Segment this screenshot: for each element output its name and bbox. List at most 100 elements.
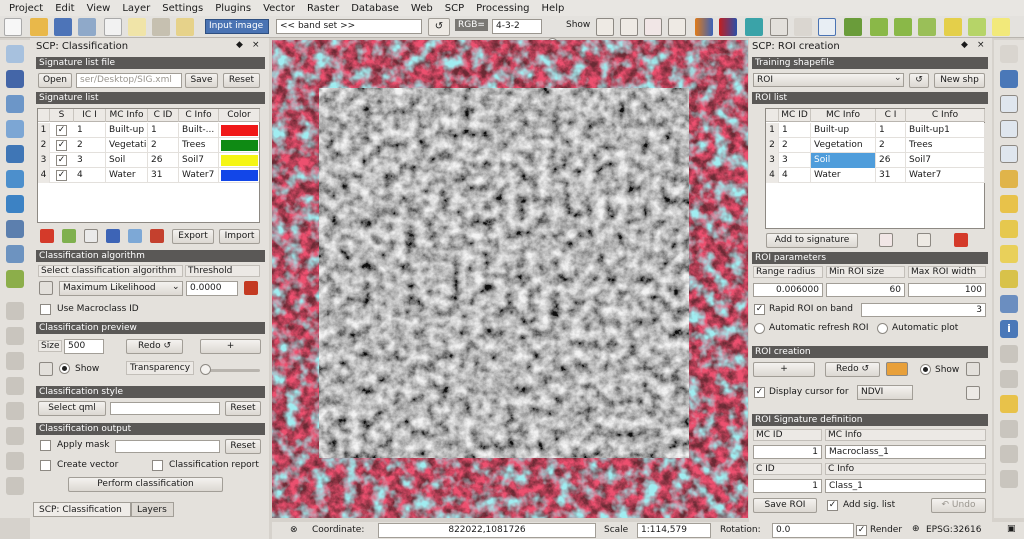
- measure-icon[interactable]: [1000, 420, 1018, 438]
- classification-report-checkbox[interactable]: [152, 460, 163, 471]
- reset-signature-button[interactable]: Reset: [223, 73, 260, 88]
- scatter-plot-icon[interactable]: [668, 18, 686, 36]
- perform-classification-button[interactable]: Perform classification: [68, 477, 223, 492]
- new-project-icon[interactable]: [4, 18, 22, 36]
- col-s[interactable]: S: [50, 109, 74, 122]
- cell-mc-id[interactable]: 1: [74, 123, 106, 138]
- import-library-icon[interactable]: [106, 229, 120, 243]
- auto-plot-radio[interactable]: [877, 323, 888, 334]
- rgb-select[interactable]: 4-3-2: [492, 19, 542, 34]
- zoom-next-icon[interactable]: [1000, 270, 1018, 288]
- col-mc-id[interactable]: IC I: [74, 109, 106, 122]
- refresh-map-icon[interactable]: [1000, 295, 1018, 313]
- cell-mc-id[interactable]: 3: [779, 153, 811, 168]
- show-preview-radio[interactable]: [59, 363, 70, 374]
- display-cursor-checkbox[interactable]: ✓: [754, 387, 765, 398]
- create-vector-checkbox[interactable]: [40, 460, 51, 471]
- plugin-e-icon[interactable]: [992, 18, 1010, 36]
- add-star-icon[interactable]: [944, 18, 962, 36]
- import-usgs-icon[interactable]: [128, 229, 142, 243]
- preview-size-field[interactable]: 500: [64, 339, 104, 354]
- refresh-shapefile-icon[interactable]: ↺: [909, 73, 929, 88]
- cell-c-info[interactable]: Built-up1: [906, 123, 985, 138]
- col-c-info[interactable]: C Info: [179, 109, 219, 122]
- pan-to-selection-icon[interactable]: [1000, 70, 1018, 88]
- algorithm-select[interactable]: Maximum Likelihood: [59, 281, 183, 296]
- use-macroclass-checkbox[interactable]: [40, 304, 51, 315]
- export-csv-icon[interactable]: [150, 229, 164, 243]
- select-qml-button[interactable]: Select qml: [38, 401, 106, 416]
- dock-close-icon[interactable]: ×: [252, 40, 260, 50]
- table-row[interactable]: 1 1 Built-up 1 Built-up1: [766, 123, 985, 138]
- cell-mc-info[interactable]: Water: [811, 168, 876, 183]
- cell-mc-info[interactable]: Soil: [106, 153, 148, 168]
- plugin-c-icon[interactable]: [918, 18, 936, 36]
- row-checkbox[interactable]: ✓: [56, 155, 67, 166]
- import-button[interactable]: Import: [219, 229, 260, 244]
- deselect-icon[interactable]: [1000, 370, 1018, 388]
- tab-scp-classification[interactable]: SCP: Classification: [33, 502, 131, 517]
- cell-mc-info[interactable]: Built-up: [811, 123, 876, 138]
- cell-mc-id[interactable]: 4: [779, 168, 811, 183]
- cell-c-id[interactable]: 26: [876, 153, 906, 168]
- menu-item-edit[interactable]: Edit: [49, 3, 80, 14]
- annotation-icon[interactable]: [176, 18, 194, 36]
- add-mssql-icon[interactable]: [6, 145, 24, 163]
- edit-pencil-icon[interactable]: [6, 302, 24, 320]
- reset-style-button[interactable]: Reset: [225, 401, 261, 416]
- apply-mask-checkbox[interactable]: [40, 440, 51, 451]
- reset-mask-button[interactable]: Reset: [225, 439, 261, 454]
- cell-c-info[interactable]: Soil7: [179, 153, 219, 168]
- range-radius-field[interactable]: 0.006000: [753, 283, 823, 297]
- cell-c-id[interactable]: 2: [148, 138, 179, 153]
- crs-globe-icon[interactable]: ⊕: [912, 524, 920, 534]
- signature-table[interactable]: S IC I MC Info C ID C Info Color 1 ✓ 1 B…: [37, 108, 260, 223]
- add-vector-icon[interactable]: [6, 45, 24, 63]
- cell-c-info[interactable]: Trees: [906, 138, 985, 153]
- table-row[interactable]: 2 ✓ 2 Vegetati... 2 Trees: [38, 138, 259, 153]
- zoom-last-icon[interactable]: [1000, 245, 1018, 263]
- scale-select[interactable]: 1:114,579: [637, 523, 711, 538]
- open-signature-button[interactable]: Open: [38, 73, 72, 88]
- row-checkbox[interactable]: ✓: [56, 170, 67, 181]
- digitize-icon[interactable]: [6, 327, 24, 345]
- mc-info-field[interactable]: Macroclass_1: [825, 445, 986, 459]
- table-row[interactable]: 2 2 Vegetation 2 Trees: [766, 138, 985, 153]
- copy-feature-icon[interactable]: [6, 427, 24, 445]
- select-icon[interactable]: [1000, 345, 1018, 363]
- show-roi-radio[interactable]: [920, 364, 931, 375]
- dock-float-icon[interactable]: ◆: [236, 40, 243, 50]
- transparency-slider-handle[interactable]: [200, 364, 211, 375]
- measure-area-icon[interactable]: [1000, 445, 1018, 463]
- table-row[interactable]: 4 4 Water 31 Water7: [766, 168, 985, 183]
- table-row[interactable]: 1 ✓ 1 Built-up 1 Built-...: [38, 123, 259, 138]
- pan-icon[interactable]: [152, 18, 170, 36]
- cell-c-id[interactable]: 26: [148, 153, 179, 168]
- mc-id-field[interactable]: 1: [753, 445, 822, 459]
- menu-item-plugins[interactable]: Plugins: [209, 3, 257, 14]
- menu-item-raster[interactable]: Raster: [301, 3, 345, 14]
- coordinate-toggle-icon[interactable]: ⊗: [290, 525, 298, 535]
- cell-c-id[interactable]: 1: [876, 123, 906, 138]
- menu-item-help[interactable]: Help: [536, 3, 571, 14]
- band-calc-icon[interactable]: [745, 18, 763, 36]
- cell-c-id[interactable]: 31: [148, 168, 179, 183]
- zoom-preview-icon[interactable]: [39, 362, 53, 376]
- add-postgis-icon[interactable]: [6, 95, 24, 113]
- auto-refresh-radio[interactable]: [754, 323, 765, 334]
- zoom-native-icon[interactable]: [1000, 145, 1018, 163]
- cell-mc-id[interactable]: 1: [779, 123, 811, 138]
- add-delimited-icon[interactable]: [6, 245, 24, 263]
- add-spatialite-icon[interactable]: [6, 120, 24, 138]
- threshold-chart-icon[interactable]: [244, 281, 258, 295]
- cursor-grid-icon[interactable]: [966, 386, 980, 400]
- c-info-field[interactable]: Class_1: [825, 479, 986, 493]
- create-roi-button[interactable]: +: [753, 362, 815, 377]
- monitor-icon[interactable]: [818, 18, 836, 36]
- threshold-field[interactable]: 0.0000: [186, 281, 238, 296]
- render-checkbox[interactable]: ✓: [856, 525, 867, 536]
- cut-feature-icon[interactable]: [6, 402, 24, 420]
- menu-item-view[interactable]: View: [81, 3, 117, 14]
- menu-item-processing[interactable]: Processing: [470, 3, 535, 14]
- col-color[interactable]: Color: [219, 109, 260, 122]
